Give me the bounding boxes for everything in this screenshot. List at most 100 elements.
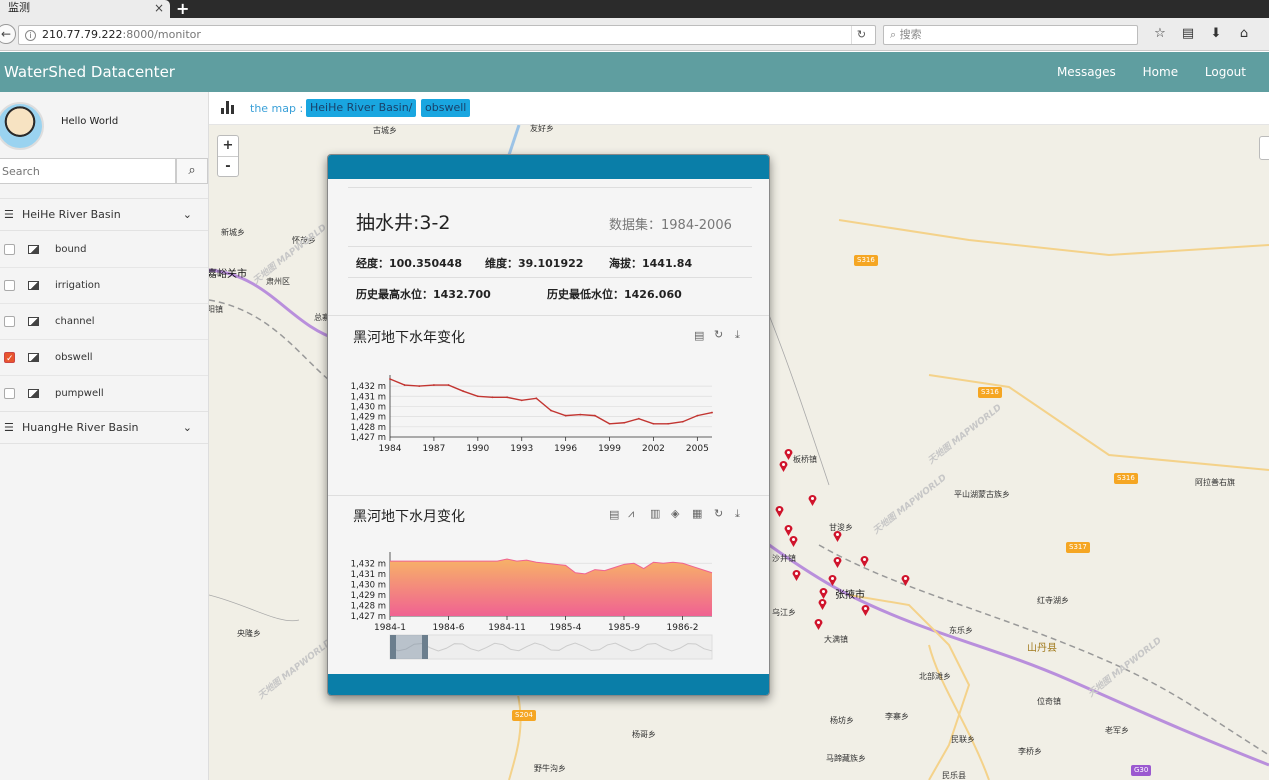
save-image-icon[interactable]: ⤓ xyxy=(735,507,740,521)
zoom-in-button[interactable]: + xyxy=(218,136,238,156)
home-icon[interactable]: ⌂ xyxy=(1230,26,1258,41)
checkbox[interactable] xyxy=(4,244,15,255)
well-marker-icon[interactable] xyxy=(779,460,788,472)
well-marker-icon[interactable] xyxy=(789,535,798,547)
data-point xyxy=(711,411,713,414)
data-point xyxy=(681,420,684,423)
road-shield: G30 xyxy=(1131,765,1152,776)
well-marker-icon[interactable] xyxy=(833,530,842,542)
y-tick-label: 1,431 m xyxy=(351,392,386,402)
y-tick-label: 1,432 m xyxy=(351,382,386,392)
browser-tab[interactable]: 监测 × xyxy=(0,0,170,18)
well-marker-icon[interactable] xyxy=(814,618,823,630)
data-point xyxy=(520,399,523,402)
close-tab-icon[interactable]: × xyxy=(154,0,164,16)
well-marker-icon[interactable] xyxy=(775,505,784,517)
nav-home[interactable]: Home xyxy=(1143,65,1178,79)
place-label: 李寨乡 xyxy=(885,712,909,721)
place-label: 新城乡 xyxy=(221,228,245,237)
well-marker-icon[interactable] xyxy=(784,448,793,460)
layer-channel[interactable]: channel xyxy=(0,304,208,340)
well-marker-icon[interactable] xyxy=(860,555,869,567)
group-heihe[interactable]: ☰ HeiHe River Basin ⌄ xyxy=(0,198,208,231)
reading-list-icon[interactable]: ▤ xyxy=(1174,26,1202,41)
restore-icon[interactable]: ↻ xyxy=(714,507,723,520)
browser-search-field[interactable]: ⌕ 搜索 xyxy=(883,25,1138,45)
x-tick-label: 1984-11 xyxy=(488,623,526,633)
brand-title[interactable]: WaterShed Datacenter xyxy=(4,63,175,81)
bar-chart-icon[interactable]: ▥ xyxy=(650,507,660,520)
info-icon[interactable]: i xyxy=(25,30,36,41)
crumb-heihe[interactable]: HeiHe River Basin/ xyxy=(306,99,417,117)
data-point xyxy=(696,414,699,417)
road-shield: S204 xyxy=(512,710,536,721)
data-view-icon[interactable]: ▤ xyxy=(609,508,619,521)
app-header: WaterShed Datacenter Messages Home Logou… xyxy=(0,52,1269,92)
place-label: 东乐乡 xyxy=(949,626,973,635)
layer-irrigation[interactable]: irrigation xyxy=(0,268,208,304)
place-label: 张掖市 xyxy=(835,590,865,601)
checkbox-checked[interactable] xyxy=(4,341,15,377)
x-tick-label: 1987 xyxy=(422,444,445,454)
well-marker-icon[interactable] xyxy=(833,556,842,568)
place-label: 板桥镇 xyxy=(793,455,817,464)
tiled-icon[interactable]: ▦ xyxy=(692,507,702,520)
layer-pumpwell[interactable]: pumpwell xyxy=(0,376,208,412)
road-shield: S316 xyxy=(854,255,878,266)
data-point xyxy=(403,384,406,386)
layer-label: pumpwell xyxy=(55,388,104,399)
reload-icon[interactable]: ↻ xyxy=(851,26,871,44)
data-point xyxy=(667,422,669,425)
layers-icon[interactable] xyxy=(1259,136,1269,160)
url-path: :8000/monitor xyxy=(122,28,201,41)
data-point xyxy=(564,414,567,417)
line-chart-icon[interactable]: ⩘ xyxy=(628,507,634,521)
image-icon xyxy=(28,353,39,362)
data-view-icon[interactable]: ▤ xyxy=(694,329,704,342)
well-marker-icon[interactable] xyxy=(818,598,827,610)
new-tab-icon[interactable]: + xyxy=(176,0,189,18)
checkbox[interactable] xyxy=(4,316,15,327)
group-huanghe[interactable]: ☰ HuangHe River Basin ⌄ xyxy=(0,411,208,444)
chevron-down-icon[interactable]: ⌄ xyxy=(183,199,192,231)
y-tick-label: 1,430 m xyxy=(351,580,386,590)
well-info-popup: 抽水井:3-2 数据集：1984-2006 经度：100.350448 维度：3… xyxy=(327,154,770,696)
layer-label: channel xyxy=(55,316,95,327)
zoom-out-button[interactable]: - xyxy=(218,156,238,176)
bar-chart-icon[interactable] xyxy=(221,101,235,114)
dataset-range: 数据集：1984-2006 xyxy=(609,218,732,233)
checkbox[interactable] xyxy=(4,388,15,399)
well-marker-icon[interactable] xyxy=(901,574,910,586)
map-toolbar: the map : HeiHe River Basin/ obswell xyxy=(209,92,1269,125)
search-icon: ⌕ xyxy=(890,28,900,41)
chevron-down-icon[interactable]: ⌄ xyxy=(183,412,192,444)
layer-bound[interactable]: bound xyxy=(0,232,208,268)
username: Hello World xyxy=(61,116,119,127)
well-marker-icon[interactable] xyxy=(828,574,837,586)
search-input[interactable] xyxy=(0,158,176,184)
browser-navbar: ← i 210.77.79.222:8000/monitor ↻ ⌕ 搜索 ☆ ▤ ⬇… xyxy=(0,18,1269,51)
stack-icon[interactable]: ◈ xyxy=(671,507,679,520)
nav-logout[interactable]: Logout xyxy=(1205,65,1246,79)
url-bar[interactable]: i 210.77.79.222:8000/monitor ↻ xyxy=(18,25,876,45)
download-icon[interactable]: ⬇ xyxy=(1202,26,1230,41)
well-marker-icon[interactable] xyxy=(792,569,801,581)
restore-icon[interactable]: ↻ xyxy=(714,328,723,341)
checkbox[interactable] xyxy=(4,280,15,291)
browser-search-placeholder: 搜索 xyxy=(899,28,922,41)
place-label: 杨坊乡 xyxy=(830,716,854,725)
x-tick-label: 1986-2 xyxy=(667,623,699,633)
bookmark-star-icon[interactable]: ☆ xyxy=(1146,26,1174,41)
well-marker-icon[interactable] xyxy=(808,494,817,506)
layer-obswell[interactable]: obswell xyxy=(0,340,208,377)
x-tick-label: 1985-9 xyxy=(608,623,640,633)
y-tick-label: 1,427 m xyxy=(351,433,386,443)
back-arrow-icon[interactable]: ← xyxy=(0,24,16,44)
save-image-icon[interactable]: ⤓ xyxy=(735,328,740,342)
crumb-obswell[interactable]: obswell xyxy=(421,99,471,117)
group-label: HeiHe River Basin xyxy=(22,208,121,221)
place-label: 肃州区 xyxy=(266,277,290,286)
well-marker-icon[interactable] xyxy=(861,604,870,616)
nav-messages[interactable]: Messages xyxy=(1057,65,1116,79)
search-button[interactable]: ⌕ xyxy=(176,158,208,184)
